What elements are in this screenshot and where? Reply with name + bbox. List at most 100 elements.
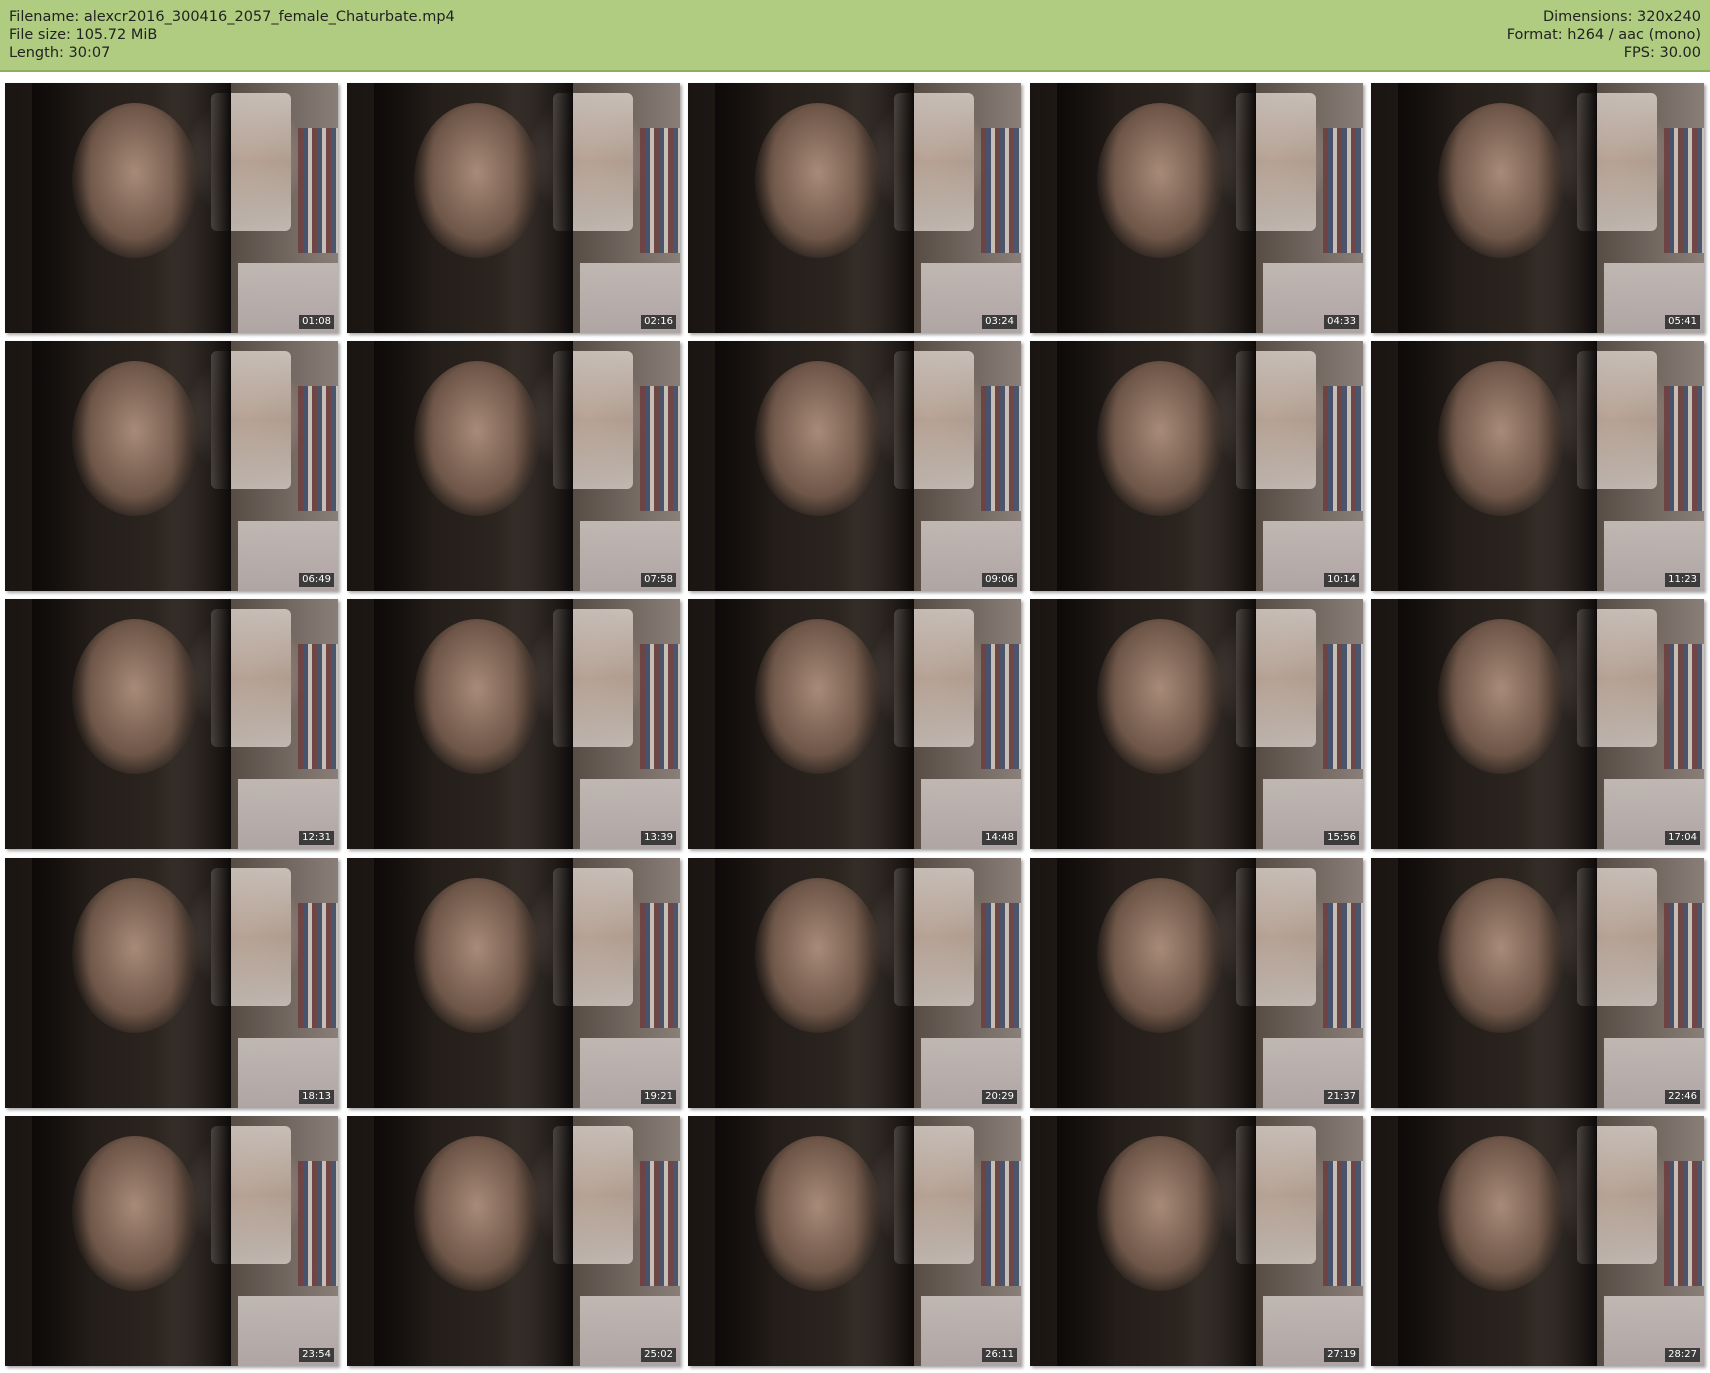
thumbnail-timestamp: 02:16 <box>641 315 676 329</box>
thumbnail-timestamp: 07:58 <box>641 573 676 587</box>
video-thumbnail: 18:13 <box>5 858 338 1108</box>
hair-image <box>373 1116 574 1366</box>
thumbnail-timestamp: 17:04 <box>1665 831 1700 845</box>
thumbnail-grid: 01:08 02:16 03:24 04:33 05:41 06:49 07:58 09:06… <box>5 83 1705 1366</box>
hair-image <box>1397 1116 1598 1366</box>
thumbnail-timestamp: 03:24 <box>982 315 1017 329</box>
thumbnail-timestamp: 11:23 <box>1665 573 1700 587</box>
bookshelf-image <box>981 386 1021 511</box>
thumbnail-timestamp: 12:31 <box>299 831 334 845</box>
bookshelf-image <box>1323 128 1363 253</box>
bookshelf-image <box>1664 903 1704 1028</box>
bookshelf-image <box>298 1161 338 1286</box>
file-info-header: Filename: alexcr2016_300416_2057_female_… <box>0 0 1710 72</box>
bookshelf-image <box>640 386 680 511</box>
hair-image <box>31 858 232 1108</box>
hair-image <box>31 83 232 333</box>
video-thumbnail: 04:33 <box>1030 83 1363 333</box>
hair-image <box>714 1116 915 1366</box>
thumbnail-timestamp: 21:37 <box>1324 1090 1359 1104</box>
bookshelf-image <box>981 903 1021 1028</box>
bookshelf-image <box>1323 644 1363 769</box>
video-thumbnail: 13:39 <box>347 599 680 849</box>
video-thumbnail: 05:41 <box>1371 83 1704 333</box>
bookshelf-image <box>1664 1161 1704 1286</box>
video-thumbnail: 25:02 <box>347 1116 680 1366</box>
file-info-right: Dimensions: 320x240 Format: h264 / aac (… <box>1507 8 1701 62</box>
hair-image <box>714 858 915 1108</box>
video-thumbnail: 19:21 <box>347 858 680 1108</box>
hair-image <box>373 858 574 1108</box>
filesize-text: File size: 105.72 MiB <box>9 27 158 43</box>
file-info-left: Filename: alexcr2016_300416_2057_female_… <box>9 8 455 62</box>
video-thumbnail: 01:08 <box>5 83 338 333</box>
video-thumbnail: 23:54 <box>5 1116 338 1366</box>
video-thumbnail: 14:48 <box>688 599 1021 849</box>
filename-text: Filename: alexcr2016_300416_2057_female_… <box>9 9 455 25</box>
video-thumbnail: 10:14 <box>1030 341 1363 591</box>
hair-image <box>373 83 574 333</box>
bookshelf-image <box>640 644 680 769</box>
hair-image <box>1397 83 1598 333</box>
hair-image <box>1397 341 1598 591</box>
bookshelf-image <box>640 128 680 253</box>
bookshelf-image <box>298 386 338 511</box>
video-thumbnail: 12:31 <box>5 599 338 849</box>
thumbnail-timestamp: 26:11 <box>982 1348 1017 1362</box>
thumbnail-timestamp: 09:06 <box>982 573 1017 587</box>
bookshelf-image <box>298 644 338 769</box>
video-thumbnail: 17:04 <box>1371 599 1704 849</box>
hair-image <box>1397 858 1598 1108</box>
video-thumbnail: 06:49 <box>5 341 338 591</box>
hair-image <box>1056 341 1257 591</box>
hair-image <box>714 599 915 849</box>
video-thumbnail: 27:19 <box>1030 1116 1363 1366</box>
thumbnail-timestamp: 13:39 <box>641 831 676 845</box>
hair-image <box>714 83 915 333</box>
thumbnail-timestamp: 01:08 <box>299 315 334 329</box>
thumbnail-timestamp: 22:46 <box>1665 1090 1700 1104</box>
dimensions-text: Dimensions: 320x240 <box>1542 9 1701 25</box>
fps-text: FPS: 30.00 <box>1623 45 1701 61</box>
thumbnail-timestamp: 23:54 <box>299 1348 334 1362</box>
thumbnail-timestamp: 19:21 <box>641 1090 676 1104</box>
bookshelf-image <box>981 644 1021 769</box>
thumbnail-timestamp: 20:29 <box>982 1090 1017 1104</box>
video-thumbnail: 15:56 <box>1030 599 1363 849</box>
bookshelf-image <box>1664 386 1704 511</box>
bookshelf-image <box>640 903 680 1028</box>
bookshelf-image <box>1323 386 1363 511</box>
thumbnail-timestamp: 18:13 <box>299 1090 334 1104</box>
hair-image <box>714 341 915 591</box>
thumbnail-timestamp: 14:48 <box>982 831 1017 845</box>
bookshelf-image <box>640 1161 680 1286</box>
bookshelf-image <box>1323 903 1363 1028</box>
thumbnail-timestamp: 27:19 <box>1324 1348 1359 1362</box>
video-thumbnail: 22:46 <box>1371 858 1704 1108</box>
hair-image <box>1056 83 1257 333</box>
video-thumbnail: 21:37 <box>1030 858 1363 1108</box>
bookshelf-image <box>298 903 338 1028</box>
thumbnail-timestamp: 28:27 <box>1665 1348 1700 1362</box>
hair-image <box>1056 858 1257 1108</box>
hair-image <box>1056 1116 1257 1366</box>
thumbnail-timestamp: 25:02 <box>641 1348 676 1362</box>
video-thumbnail: 07:58 <box>347 341 680 591</box>
video-thumbnail: 11:23 <box>1371 341 1704 591</box>
bookshelf-image <box>981 128 1021 253</box>
hair-image <box>31 599 232 849</box>
video-thumbnail: 03:24 <box>688 83 1021 333</box>
length-text: Length: 30:07 <box>9 45 111 61</box>
thumbnail-timestamp: 06:49 <box>299 573 334 587</box>
thumbnail-timestamp: 04:33 <box>1324 315 1359 329</box>
thumbnail-timestamp: 10:14 <box>1324 573 1359 587</box>
bookshelf-image <box>1664 644 1704 769</box>
hair-image <box>31 341 232 591</box>
video-thumbnail: 26:11 <box>688 1116 1021 1366</box>
hair-image <box>373 341 574 591</box>
video-thumbnail: 20:29 <box>688 858 1021 1108</box>
thumbnail-timestamp: 05:41 <box>1665 315 1700 329</box>
bookshelf-image <box>298 128 338 253</box>
thumbnail-timestamp: 15:56 <box>1324 831 1359 845</box>
bookshelf-image <box>1323 1161 1363 1286</box>
